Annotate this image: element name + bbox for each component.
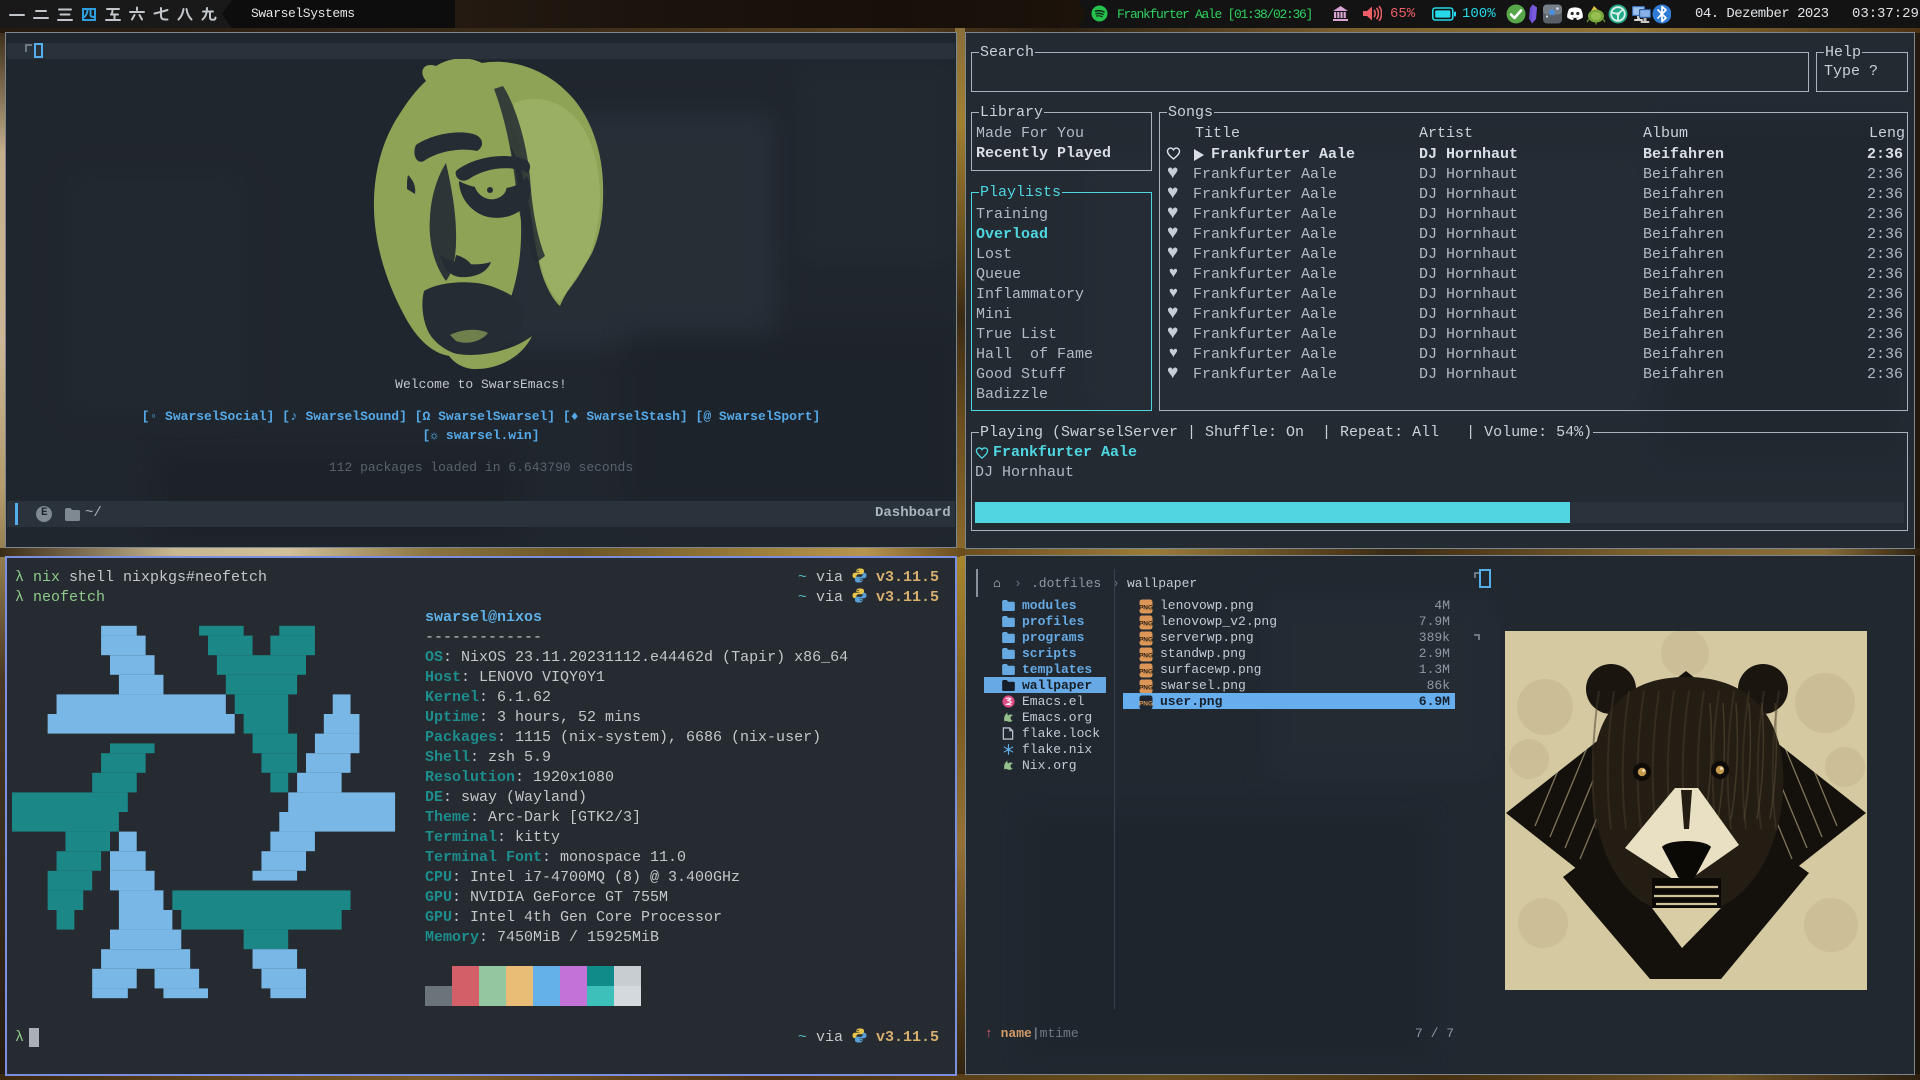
svg-text:PNG: PNG bbox=[1139, 685, 1153, 692]
svg-text:PNG: PNG bbox=[1139, 605, 1153, 612]
svg-text:PNG: PNG bbox=[1139, 637, 1153, 644]
svg-text:PNG: PNG bbox=[1139, 701, 1153, 708]
svg-text:PNG: PNG bbox=[1139, 653, 1153, 660]
svg-text:PNG: PNG bbox=[1139, 669, 1153, 676]
svg-text:PNG: PNG bbox=[1139, 621, 1153, 628]
